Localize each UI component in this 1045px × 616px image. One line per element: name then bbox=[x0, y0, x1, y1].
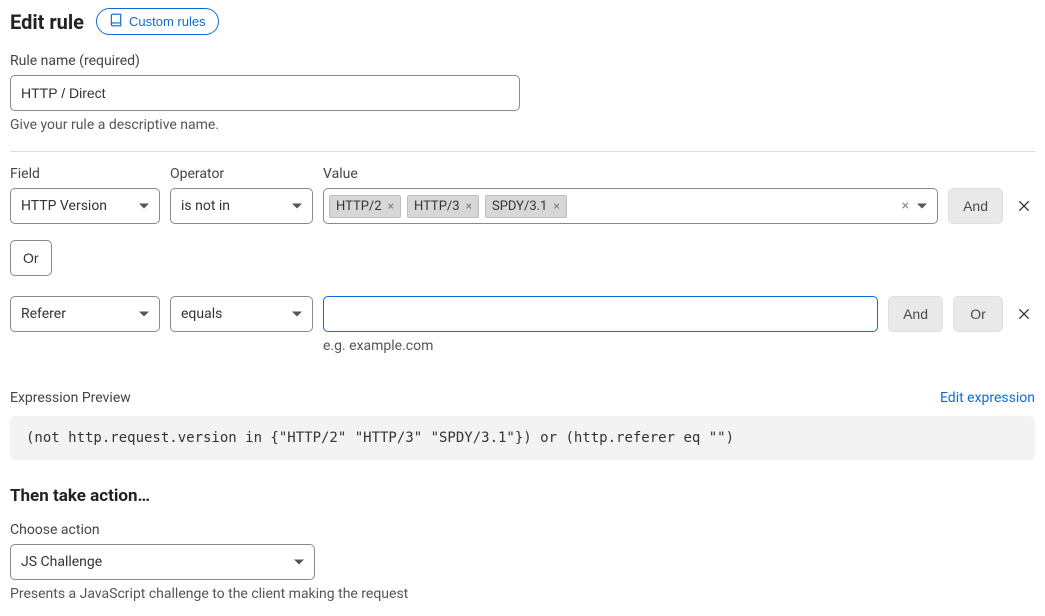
tag-label: SPDY/3.1 bbox=[492, 199, 547, 214]
value-input-row2[interactable] bbox=[323, 296, 878, 332]
value-tag-input-row1[interactable]: HTTP/2 × HTTP/3 × SPDY/3.1 × × bbox=[323, 188, 938, 224]
and-button-row1[interactable]: And bbox=[948, 188, 1003, 224]
chevron-down-icon bbox=[292, 204, 302, 209]
or-separator-button[interactable]: Or bbox=[10, 240, 52, 276]
tag-label: HTTP/2 bbox=[336, 199, 382, 214]
chevron-down-icon bbox=[139, 204, 149, 209]
book-icon bbox=[109, 13, 123, 30]
field-select-row1[interactable]: HTTP Version bbox=[10, 188, 160, 224]
rule-name-label: Rule name (required) bbox=[10, 53, 1035, 69]
action-section-title: Then take action… bbox=[10, 486, 1035, 506]
tag-remove-icon[interactable]: × bbox=[388, 199, 394, 213]
action-select-value: JS Challenge bbox=[21, 554, 102, 570]
operator-column-label: Operator bbox=[170, 166, 313, 182]
custom-rules-label: Custom rules bbox=[129, 14, 206, 29]
operator-select-row2-value: equals bbox=[181, 306, 222, 322]
page-title: Edit rule bbox=[10, 10, 84, 34]
operator-select-row1-value: is not in bbox=[181, 198, 230, 214]
field-select-row2[interactable]: Referer bbox=[10, 296, 160, 332]
value-tag: SPDY/3.1 × bbox=[485, 195, 567, 218]
expression-preview-box: (not http.request.version in {"HTTP/2" "… bbox=[10, 416, 1035, 460]
value-tag: HTTP/3 × bbox=[407, 195, 479, 218]
edit-expression-link[interactable]: Edit expression bbox=[940, 390, 1035, 406]
action-helper: Presents a JavaScript challenge to the c… bbox=[10, 586, 1035, 602]
tag-label: HTTP/3 bbox=[414, 199, 460, 214]
custom-rules-button[interactable]: Custom rules bbox=[96, 8, 219, 35]
delete-row-icon[interactable] bbox=[1013, 195, 1035, 217]
rule-name-input[interactable] bbox=[10, 75, 520, 111]
operator-select-row2[interactable]: equals bbox=[170, 296, 313, 332]
section-divider bbox=[10, 151, 1035, 152]
or-button-row2[interactable]: Or bbox=[953, 296, 1003, 332]
field-select-row2-value: Referer bbox=[21, 306, 66, 322]
chevron-down-icon bbox=[139, 312, 149, 317]
clear-all-icon[interactable]: × bbox=[902, 198, 909, 214]
chevron-down-icon bbox=[917, 204, 927, 209]
tag-remove-icon[interactable]: × bbox=[466, 199, 472, 213]
field-column-label: Field bbox=[10, 166, 160, 182]
action-select[interactable]: JS Challenge bbox=[10, 544, 315, 580]
value-tag: HTTP/2 × bbox=[329, 195, 401, 218]
tag-remove-icon[interactable]: × bbox=[553, 199, 559, 213]
rule-name-helper: Give your rule a descriptive name. bbox=[10, 117, 1035, 133]
operator-select-row1[interactable]: is not in bbox=[170, 188, 313, 224]
field-select-row1-value: HTTP Version bbox=[21, 198, 107, 214]
and-button-row2[interactable]: And bbox=[888, 296, 943, 332]
action-label: Choose action bbox=[10, 522, 1035, 538]
value-column-label: Value bbox=[323, 166, 938, 182]
chevron-down-icon bbox=[294, 560, 304, 565]
chevron-down-icon bbox=[292, 312, 302, 317]
value-helper-row2: e.g. example.com bbox=[323, 338, 878, 354]
expression-preview-label: Expression Preview bbox=[10, 390, 131, 406]
delete-row-icon[interactable] bbox=[1013, 303, 1035, 325]
